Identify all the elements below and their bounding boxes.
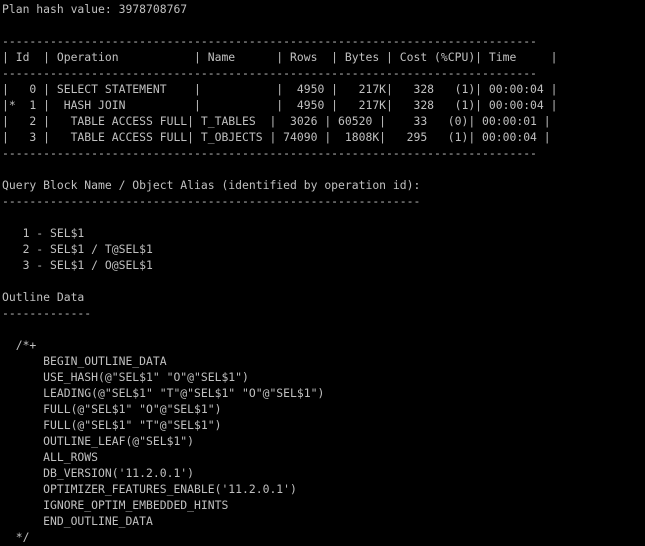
plan-table-row: | 0 | SELECT STATEMENT | | 4950 | 217K| … <box>2 82 558 96</box>
plan-table-row: | 2 | TABLE ACCESS FULL| T_TABLES | 3026… <box>2 114 551 128</box>
outline-hint: END_OUTLINE_DATA <box>2 514 153 528</box>
query-block-item: 1 - SEL$1 <box>2 226 85 240</box>
outline-hint: USE_HASH(@"SEL$1" "O"@"SEL$1") <box>2 370 249 384</box>
outline-hint: IGNORE_OPTIM_EMBEDDED_HINTS <box>2 498 229 512</box>
outline-hint: LEADING(@"SEL$1" "T"@"SEL$1" "O"@"SEL$1"… <box>2 386 325 400</box>
plan-hash-line: Plan hash value: 3978708767 <box>2 2 188 16</box>
outline-hint: FULL(@"SEL$1" "O"@"SEL$1") <box>2 402 222 416</box>
outline-hint: OPTIMIZER_FEATURES_ENABLE('11.2.0.1') <box>2 482 297 496</box>
plan-table-row: | 3 | TABLE ACCESS FULL| T_OBJECTS | 740… <box>2 130 551 144</box>
hint-comment-open: /*+ <box>2 338 37 352</box>
outline-hint: FULL(@"SEL$1" "T"@"SEL$1") <box>2 418 222 432</box>
plan-table-row: |* 1 | HASH JOIN | | 4950 | 217K| 328 (1… <box>2 98 558 112</box>
outline-hint: DB_VERSION('11.2.0.1') <box>2 466 195 480</box>
hint-comment-close: */ <box>2 530 30 544</box>
table-border-header: ----------------------------------------… <box>2 66 537 80</box>
outline-data-heading: Outline Data <box>2 290 85 304</box>
outline-hint: OUTLINE_LEAF(@"SEL$1") <box>2 434 195 448</box>
outline-hint: BEGIN_OUTLINE_DATA <box>2 354 167 368</box>
table-border-bottom: ----------------------------------------… <box>2 146 537 160</box>
heading-underline: ------------- <box>2 306 92 320</box>
table-border-top: ----------------------------------------… <box>2 34 537 48</box>
query-block-item: 3 - SEL$1 / O@SEL$1 <box>2 258 153 272</box>
terminal-output[interactable]: Plan hash value: 3978708767 ------------… <box>0 0 645 546</box>
heading-underline: ----------------------------------------… <box>2 194 421 208</box>
outline-hint: ALL_ROWS <box>2 450 99 464</box>
plan-table-header: | Id | Operation | Name | Rows | Bytes |… <box>2 50 558 64</box>
query-block-heading: Query Block Name / Object Alias (identif… <box>2 178 421 192</box>
query-block-item: 2 - SEL$1 / T@SEL$1 <box>2 242 153 256</box>
